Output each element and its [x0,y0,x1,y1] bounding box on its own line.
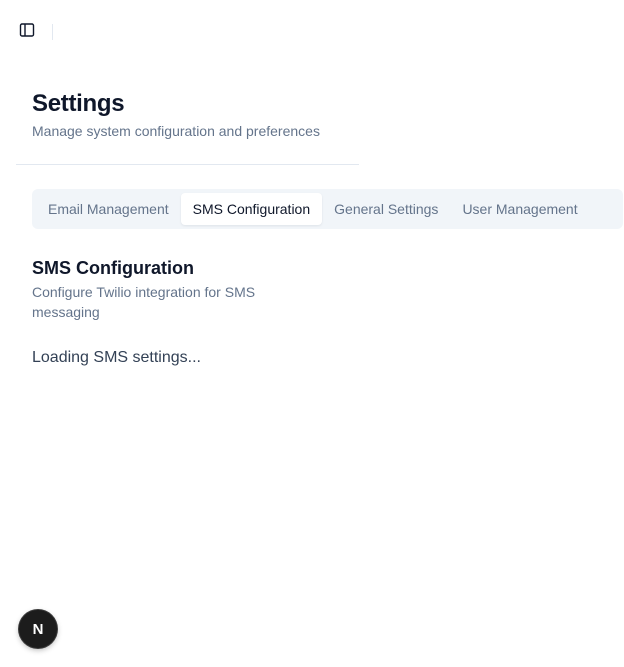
tab-sms-configuration[interactable]: SMS Configuration [180,193,323,225]
sidebar-toggle-button[interactable] [16,21,38,43]
page-header: Settings Manage system configuration and… [32,88,320,141]
sms-configuration-section: SMS Configuration Configure Twilio integ… [32,256,332,322]
topbar-divider [52,24,53,40]
nextjs-logo-icon: N [32,620,44,638]
panel-left-icon [19,22,35,43]
tab-general-settings[interactable]: General Settings [322,193,450,225]
section-title: SMS Configuration [32,258,194,278]
section-description: Configure Twilio integration for SMS mes… [32,284,256,320]
page-title: Settings [32,90,125,117]
loading-message: Loading SMS settings... [32,349,201,366]
settings-tabs: Email Management SMS Configuration Gener… [32,189,623,229]
page-subtitle: Manage system configuration and preferen… [32,123,320,139]
top-bar [0,0,624,64]
tab-user-management[interactable]: User Management [450,193,589,225]
nextjs-dev-badge-button[interactable]: N [19,610,57,648]
tab-email-management[interactable]: Email Management [36,193,181,225]
header-divider [16,164,359,165]
